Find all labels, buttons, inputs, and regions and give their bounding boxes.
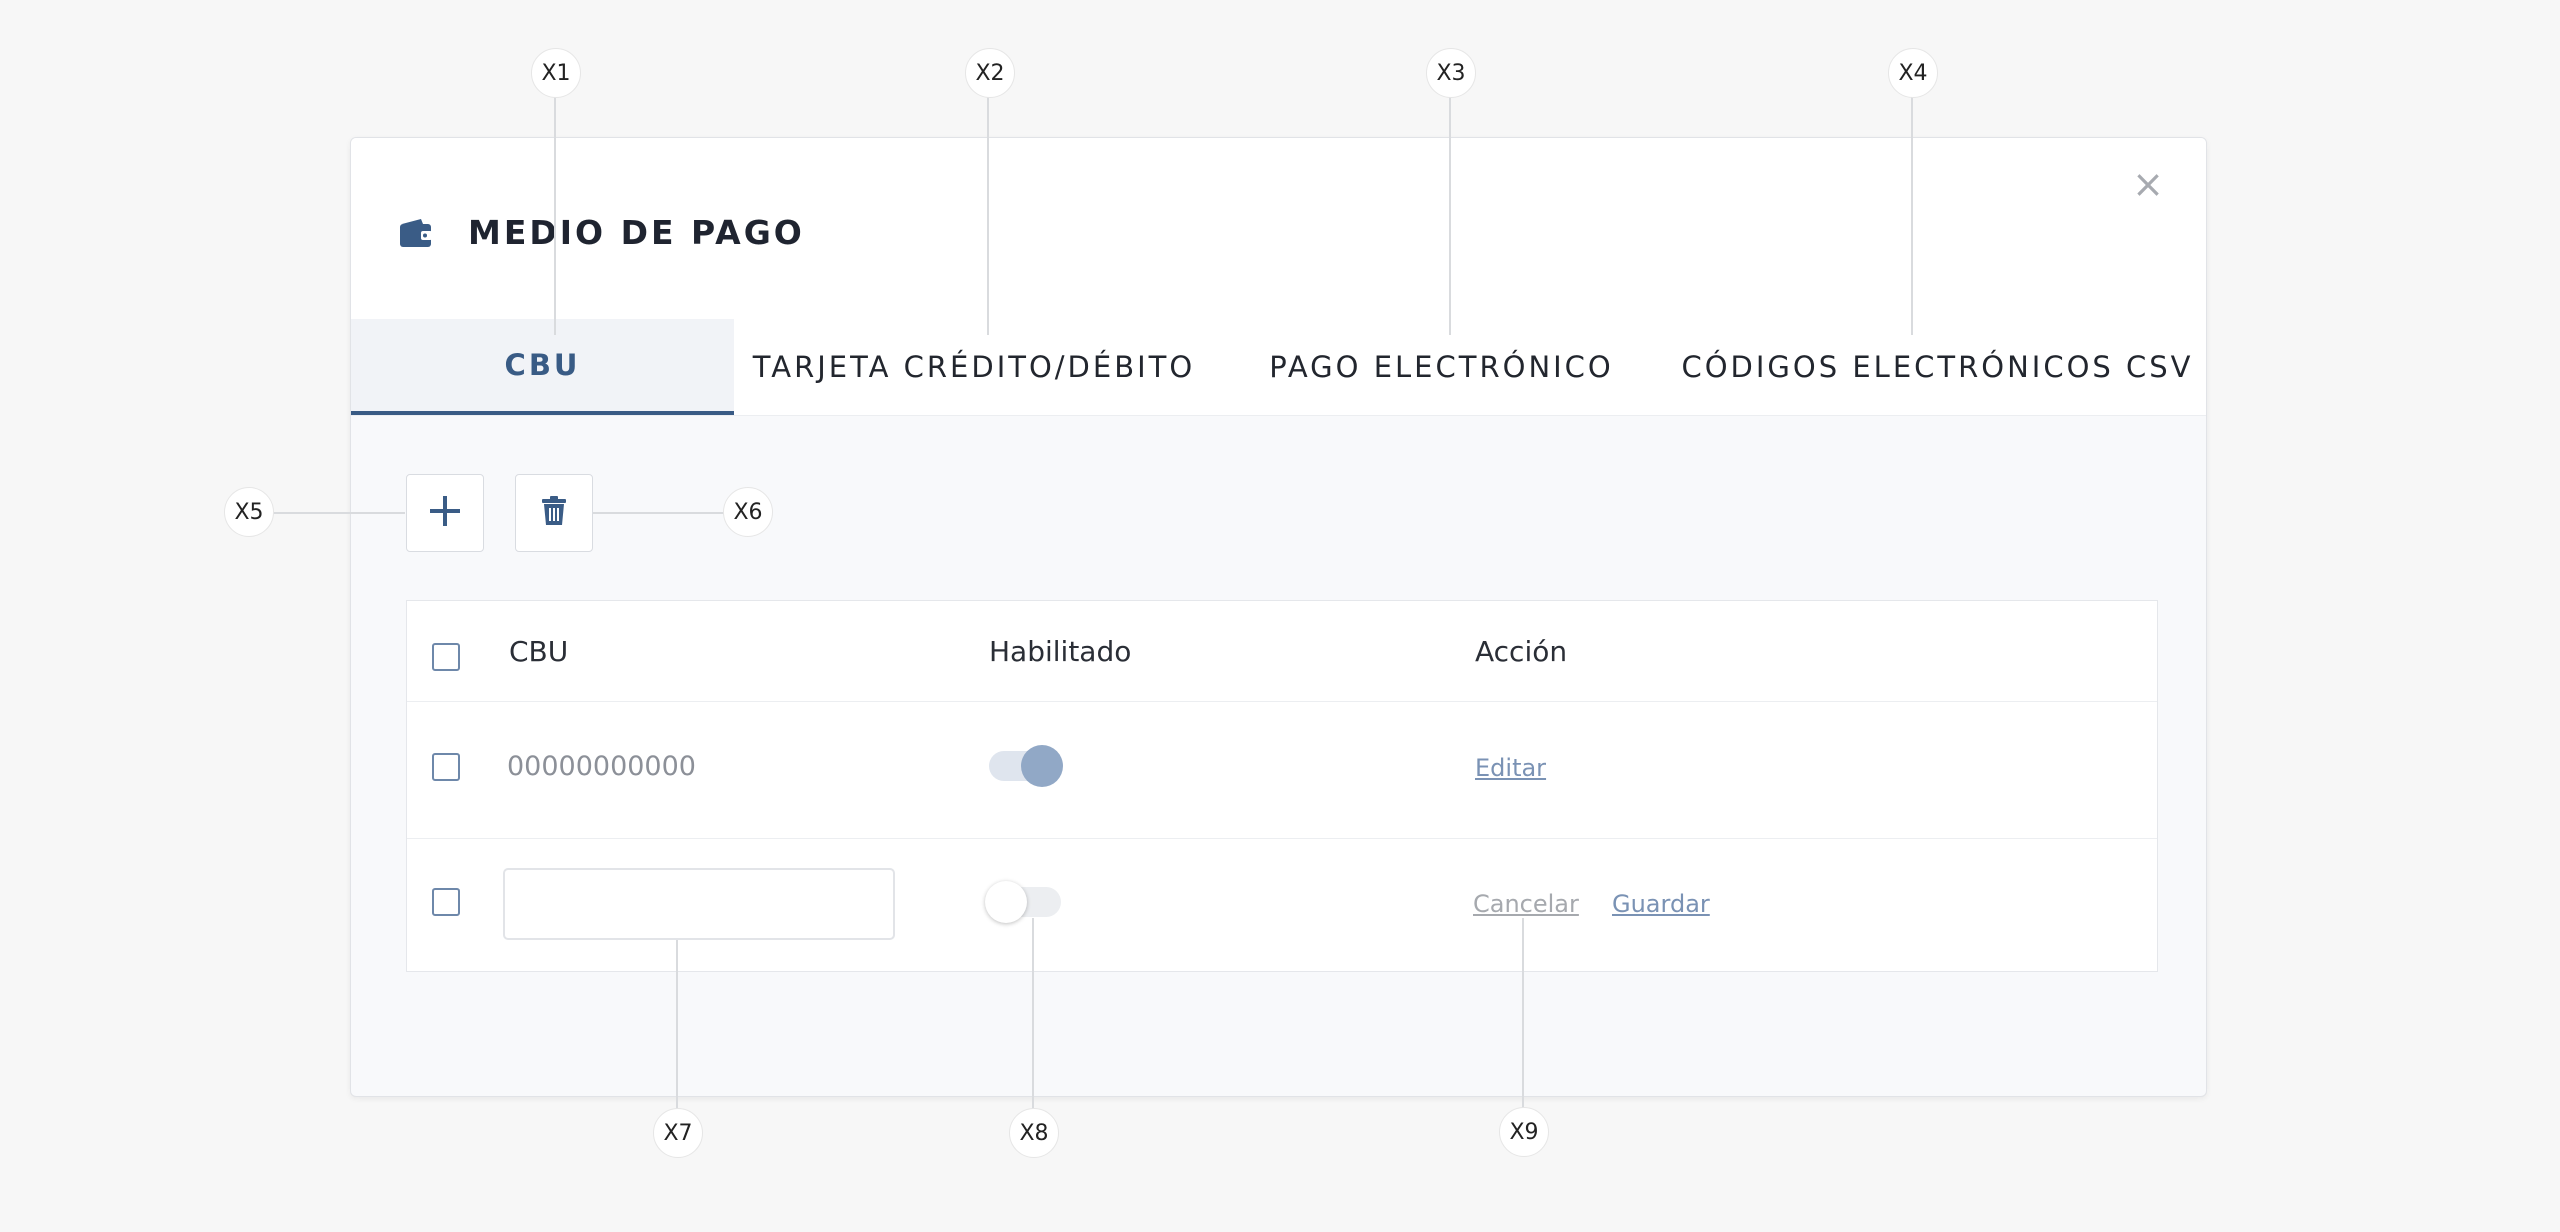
- modal-title: MEDIO DE PAGO: [468, 213, 805, 252]
- payment-method-modal: MEDIO DE PAGO × CBU TARJETA CRÉDITO/DÉBI…: [350, 137, 2207, 1097]
- modal-header: MEDIO DE PAGO ×: [351, 138, 2206, 320]
- callout-marker-x8: X8: [1009, 1108, 1059, 1158]
- cbu-table: CBU Habilitado Acción 00000000000 Editar…: [406, 600, 2158, 972]
- tab-electronic-payment[interactable]: PAGO ELECTRÓNICO: [1214, 319, 1669, 415]
- wallet-icon: [399, 218, 433, 248]
- close-button[interactable]: ×: [2128, 164, 2168, 204]
- cbu-value: 00000000000: [507, 751, 696, 782]
- cancel-link[interactable]: Cancelar: [1473, 890, 1579, 918]
- tab-bar: CBU TARJETA CRÉDITO/DÉBITO PAGO ELECTRÓN…: [351, 319, 2206, 416]
- select-all-checkbox[interactable]: [432, 643, 460, 671]
- trash-icon: [541, 496, 567, 530]
- callout-marker-x9: X9: [1499, 1107, 1549, 1157]
- callout-marker-x2: X2: [965, 48, 1015, 98]
- edit-link[interactable]: Editar: [1475, 754, 1546, 782]
- cbu-input[interactable]: [503, 868, 895, 940]
- tab-credit-debit-card[interactable]: TARJETA CRÉDITO/DÉBITO: [734, 319, 1214, 415]
- toggle-knob: [1021, 745, 1063, 787]
- callout-marker-x4: X4: [1888, 48, 1938, 98]
- tab-electronic-codes-csv[interactable]: CÓDIGOS ELECTRÓNICOS CSV: [1669, 319, 2206, 415]
- row-checkbox[interactable]: [432, 753, 460, 781]
- close-icon: ×: [2132, 162, 2164, 206]
- callout-line-x1: [554, 73, 556, 335]
- enabled-toggle[interactable]: [989, 745, 1063, 787]
- screen: MEDIO DE PAGO × CBU TARJETA CRÉDITO/DÉBI…: [0, 0, 2560, 1232]
- save-link[interactable]: Guardar: [1612, 890, 1710, 918]
- column-header-enabled: Habilitado: [989, 635, 1132, 668]
- enabled-toggle[interactable]: [985, 881, 1061, 923]
- callout-marker-x3: X3: [1426, 48, 1476, 98]
- table-row-editing: Cancelar Guardar: [407, 838, 2157, 971]
- callout-marker-x6: X6: [723, 487, 773, 537]
- delete-button[interactable]: [515, 474, 593, 552]
- callout-line-x9: [1522, 918, 1524, 1132]
- callout-marker-x1: X1: [531, 48, 581, 98]
- plus-icon: [428, 494, 462, 532]
- toggle-knob: [985, 881, 1027, 923]
- callout-line-x4: [1911, 73, 1913, 335]
- callout-line-x3: [1449, 73, 1451, 335]
- add-button[interactable]: [406, 474, 484, 552]
- callout-line-x7: [676, 940, 678, 1133]
- tab-cbu[interactable]: CBU: [351, 319, 734, 415]
- callout-line-x8: [1032, 918, 1034, 1133]
- row-checkbox[interactable]: [432, 888, 460, 916]
- column-header-action: Acción: [1475, 635, 1568, 668]
- callout-marker-x5: X5: [224, 487, 274, 537]
- table-header-row: CBU Habilitado Acción: [407, 601, 2157, 702]
- callout-line-x2: [987, 73, 989, 335]
- callout-marker-x7: X7: [653, 1108, 703, 1158]
- column-header-cbu: CBU: [509, 635, 569, 668]
- table-row: 00000000000 Editar: [407, 701, 2157, 839]
